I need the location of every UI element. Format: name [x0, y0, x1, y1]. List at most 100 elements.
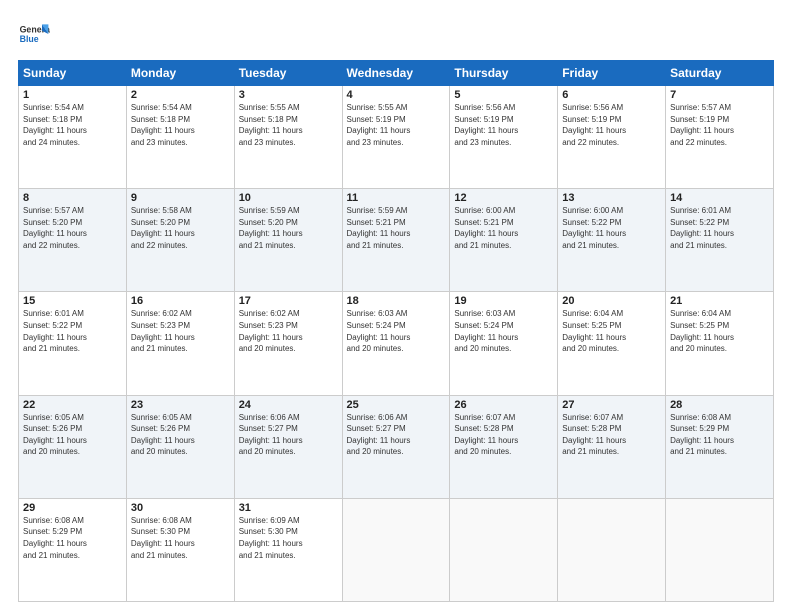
day-number: 3 — [239, 89, 338, 101]
calendar-cell: 22Sunrise: 6:05 AM Sunset: 5:26 PM Dayli… — [19, 395, 127, 498]
weekday-header-sunday: Sunday — [19, 61, 127, 86]
calendar-cell: 12Sunrise: 6:00 AM Sunset: 5:21 PM Dayli… — [450, 189, 558, 292]
day-number: 16 — [131, 295, 230, 307]
day-number: 4 — [347, 89, 446, 101]
day-number: 11 — [347, 192, 446, 204]
day-info: Sunrise: 6:05 AM Sunset: 5:26 PM Dayligh… — [131, 412, 230, 458]
calendar-cell: 3Sunrise: 5:55 AM Sunset: 5:18 PM Daylig… — [234, 86, 342, 189]
calendar-cell: 15Sunrise: 6:01 AM Sunset: 5:22 PM Dayli… — [19, 292, 127, 395]
calendar-cell: 19Sunrise: 6:03 AM Sunset: 5:24 PM Dayli… — [450, 292, 558, 395]
day-info: Sunrise: 6:00 AM Sunset: 5:22 PM Dayligh… — [562, 205, 661, 251]
calendar-cell: 30Sunrise: 6:08 AM Sunset: 5:30 PM Dayli… — [126, 498, 234, 601]
day-info: Sunrise: 6:06 AM Sunset: 5:27 PM Dayligh… — [239, 412, 338, 458]
day-info: Sunrise: 5:56 AM Sunset: 5:19 PM Dayligh… — [454, 102, 553, 148]
day-info: Sunrise: 5:59 AM Sunset: 5:20 PM Dayligh… — [239, 205, 338, 251]
weekday-header-friday: Friday — [558, 61, 666, 86]
calendar-cell: 23Sunrise: 6:05 AM Sunset: 5:26 PM Dayli… — [126, 395, 234, 498]
calendar-cell: 29Sunrise: 6:08 AM Sunset: 5:29 PM Dayli… — [19, 498, 127, 601]
day-number: 10 — [239, 192, 338, 204]
day-number: 9 — [131, 192, 230, 204]
day-info: Sunrise: 6:00 AM Sunset: 5:21 PM Dayligh… — [454, 205, 553, 251]
calendar-cell: 17Sunrise: 6:02 AM Sunset: 5:23 PM Dayli… — [234, 292, 342, 395]
day-number: 30 — [131, 502, 230, 514]
calendar-cell: 27Sunrise: 6:07 AM Sunset: 5:28 PM Dayli… — [558, 395, 666, 498]
day-info: Sunrise: 6:04 AM Sunset: 5:25 PM Dayligh… — [562, 308, 661, 354]
day-number: 8 — [23, 192, 122, 204]
calendar-cell: 20Sunrise: 6:04 AM Sunset: 5:25 PM Dayli… — [558, 292, 666, 395]
day-info: Sunrise: 6:02 AM Sunset: 5:23 PM Dayligh… — [131, 308, 230, 354]
weekday-header-thursday: Thursday — [450, 61, 558, 86]
day-number: 25 — [347, 399, 446, 411]
day-number: 24 — [239, 399, 338, 411]
calendar-week-row: 1Sunrise: 5:54 AM Sunset: 5:18 PM Daylig… — [19, 86, 774, 189]
calendar-cell: 10Sunrise: 5:59 AM Sunset: 5:20 PM Dayli… — [234, 189, 342, 292]
day-info: Sunrise: 6:08 AM Sunset: 5:29 PM Dayligh… — [23, 515, 122, 561]
day-number: 14 — [670, 192, 769, 204]
calendar-cell — [342, 498, 450, 601]
day-info: Sunrise: 5:57 AM Sunset: 5:19 PM Dayligh… — [670, 102, 769, 148]
svg-text:Blue: Blue — [20, 34, 39, 44]
calendar-cell — [666, 498, 774, 601]
calendar-week-row: 22Sunrise: 6:05 AM Sunset: 5:26 PM Dayli… — [19, 395, 774, 498]
day-info: Sunrise: 6:03 AM Sunset: 5:24 PM Dayligh… — [347, 308, 446, 354]
weekday-header-row: SundayMondayTuesdayWednesdayThursdayFrid… — [19, 61, 774, 86]
day-number: 5 — [454, 89, 553, 101]
calendar-cell: 7Sunrise: 5:57 AM Sunset: 5:19 PM Daylig… — [666, 86, 774, 189]
day-number: 7 — [670, 89, 769, 101]
calendar-cell — [558, 498, 666, 601]
calendar-table: SundayMondayTuesdayWednesdayThursdayFrid… — [18, 60, 774, 602]
day-info: Sunrise: 6:04 AM Sunset: 5:25 PM Dayligh… — [670, 308, 769, 354]
weekday-header-tuesday: Tuesday — [234, 61, 342, 86]
day-info: Sunrise: 5:59 AM Sunset: 5:21 PM Dayligh… — [347, 205, 446, 251]
logo: General Blue — [18, 18, 50, 50]
day-number: 20 — [562, 295, 661, 307]
day-info: Sunrise: 6:08 AM Sunset: 5:29 PM Dayligh… — [670, 412, 769, 458]
day-info: Sunrise: 6:05 AM Sunset: 5:26 PM Dayligh… — [23, 412, 122, 458]
day-info: Sunrise: 6:01 AM Sunset: 5:22 PM Dayligh… — [23, 308, 122, 354]
calendar-cell: 31Sunrise: 6:09 AM Sunset: 5:30 PM Dayli… — [234, 498, 342, 601]
calendar-cell: 5Sunrise: 5:56 AM Sunset: 5:19 PM Daylig… — [450, 86, 558, 189]
day-number: 22 — [23, 399, 122, 411]
calendar-cell: 14Sunrise: 6:01 AM Sunset: 5:22 PM Dayli… — [666, 189, 774, 292]
page: General Blue SundayMondayTuesdayWednesda… — [0, 0, 792, 612]
calendar-cell: 25Sunrise: 6:06 AM Sunset: 5:27 PM Dayli… — [342, 395, 450, 498]
day-number: 27 — [562, 399, 661, 411]
day-number: 28 — [670, 399, 769, 411]
day-info: Sunrise: 6:03 AM Sunset: 5:24 PM Dayligh… — [454, 308, 553, 354]
weekday-header-monday: Monday — [126, 61, 234, 86]
day-info: Sunrise: 5:54 AM Sunset: 5:18 PM Dayligh… — [23, 102, 122, 148]
day-info: Sunrise: 6:07 AM Sunset: 5:28 PM Dayligh… — [562, 412, 661, 458]
calendar-cell: 28Sunrise: 6:08 AM Sunset: 5:29 PM Dayli… — [666, 395, 774, 498]
general-blue-icon: General Blue — [18, 18, 50, 50]
calendar-cell: 16Sunrise: 6:02 AM Sunset: 5:23 PM Dayli… — [126, 292, 234, 395]
calendar-cell — [450, 498, 558, 601]
day-number: 29 — [23, 502, 122, 514]
day-info: Sunrise: 5:55 AM Sunset: 5:18 PM Dayligh… — [239, 102, 338, 148]
day-number: 23 — [131, 399, 230, 411]
calendar-cell: 11Sunrise: 5:59 AM Sunset: 5:21 PM Dayli… — [342, 189, 450, 292]
day-number: 13 — [562, 192, 661, 204]
day-info: Sunrise: 5:55 AM Sunset: 5:19 PM Dayligh… — [347, 102, 446, 148]
day-info: Sunrise: 6:08 AM Sunset: 5:30 PM Dayligh… — [131, 515, 230, 561]
calendar-week-row: 15Sunrise: 6:01 AM Sunset: 5:22 PM Dayli… — [19, 292, 774, 395]
calendar-cell: 13Sunrise: 6:00 AM Sunset: 5:22 PM Dayli… — [558, 189, 666, 292]
day-number: 21 — [670, 295, 769, 307]
day-number: 1 — [23, 89, 122, 101]
day-number: 31 — [239, 502, 338, 514]
day-info: Sunrise: 6:01 AM Sunset: 5:22 PM Dayligh… — [670, 205, 769, 251]
calendar-cell: 26Sunrise: 6:07 AM Sunset: 5:28 PM Dayli… — [450, 395, 558, 498]
day-number: 12 — [454, 192, 553, 204]
weekday-header-wednesday: Wednesday — [342, 61, 450, 86]
day-info: Sunrise: 5:54 AM Sunset: 5:18 PM Dayligh… — [131, 102, 230, 148]
calendar-cell: 24Sunrise: 6:06 AM Sunset: 5:27 PM Dayli… — [234, 395, 342, 498]
day-info: Sunrise: 5:58 AM Sunset: 5:20 PM Dayligh… — [131, 205, 230, 251]
calendar-cell: 21Sunrise: 6:04 AM Sunset: 5:25 PM Dayli… — [666, 292, 774, 395]
day-number: 26 — [454, 399, 553, 411]
calendar-cell: 9Sunrise: 5:58 AM Sunset: 5:20 PM Daylig… — [126, 189, 234, 292]
weekday-header-saturday: Saturday — [666, 61, 774, 86]
calendar-week-row: 29Sunrise: 6:08 AM Sunset: 5:29 PM Dayli… — [19, 498, 774, 601]
day-info: Sunrise: 5:57 AM Sunset: 5:20 PM Dayligh… — [23, 205, 122, 251]
day-info: Sunrise: 6:09 AM Sunset: 5:30 PM Dayligh… — [239, 515, 338, 561]
day-number: 15 — [23, 295, 122, 307]
day-number: 19 — [454, 295, 553, 307]
